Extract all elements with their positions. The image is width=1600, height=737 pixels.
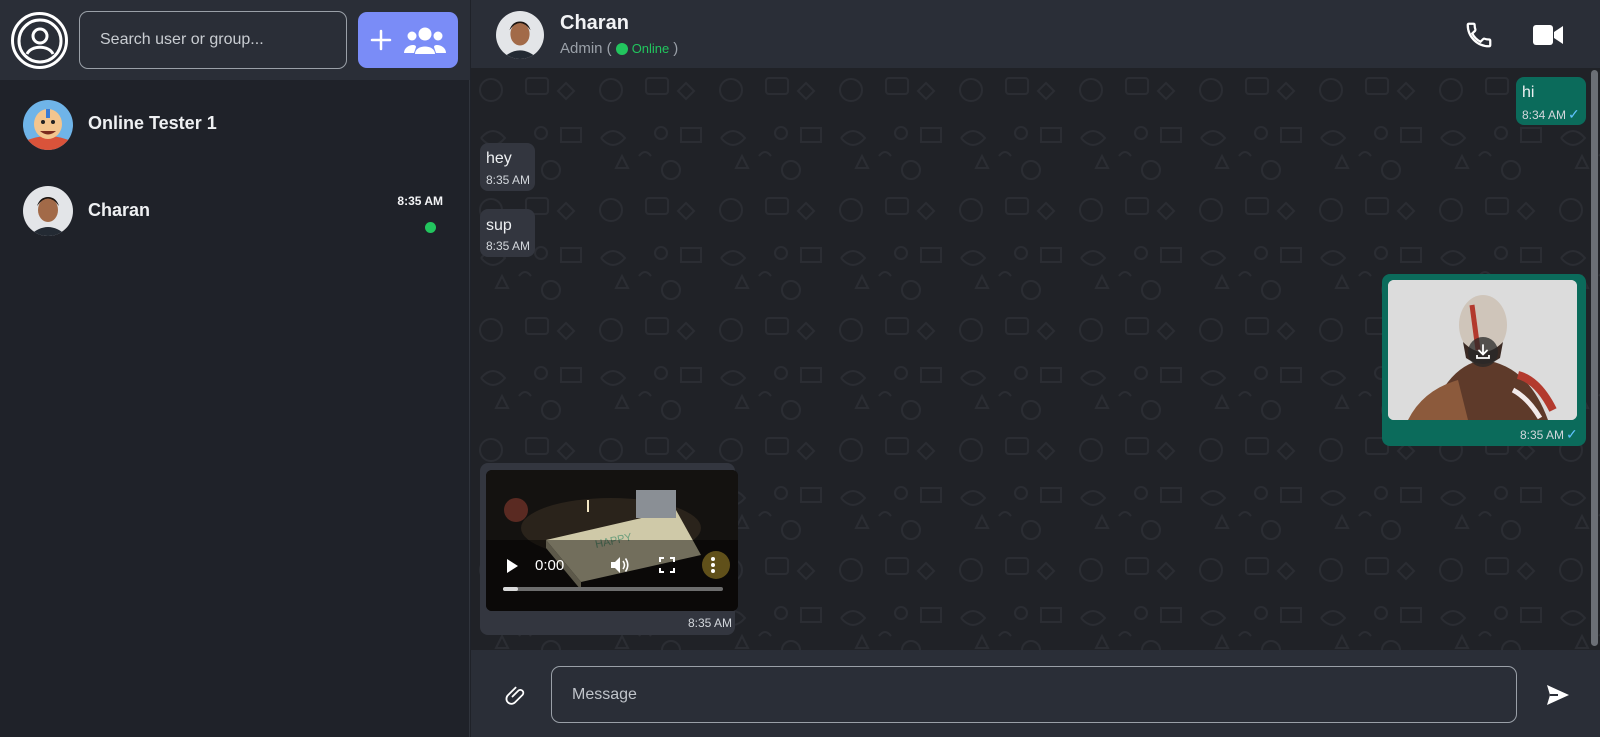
scrollbar[interactable] bbox=[1591, 70, 1598, 646]
role-close: ) bbox=[673, 40, 679, 57]
contact-name: Charan bbox=[560, 12, 629, 34]
message-time-label: 8:35 AM bbox=[1520, 427, 1565, 442]
paperclip-icon[interactable] bbox=[503, 682, 527, 706]
video-player[interactable]: HAPPY 0:00 bbox=[486, 470, 738, 611]
chat-item-name: Online Tester 1 bbox=[88, 113, 217, 133]
sidebar-header bbox=[0, 0, 470, 80]
message-time: 8:35 AM bbox=[486, 173, 531, 187]
message-bubble-incoming[interactable]: hey 8:35 AM bbox=[480, 143, 535, 191]
chat-list: Online Tester 1 Charan 8:35 AM bbox=[0, 80, 470, 256]
video-camera-icon[interactable] bbox=[1532, 22, 1564, 48]
message-time: 8:35 AM bbox=[486, 239, 531, 253]
profile-button[interactable] bbox=[11, 12, 68, 69]
sidebar: Online Tester 1 Charan 8:35 AM bbox=[0, 0, 470, 737]
chat-item-time: 8:35 AM bbox=[397, 194, 443, 208]
chat-panel: Charan Admin ( Online ) hi 8:34 AM ✓ hey… bbox=[471, 0, 1600, 737]
more-options-icon[interactable] bbox=[710, 556, 716, 574]
fullscreen-icon[interactable] bbox=[659, 557, 675, 573]
check-icon: ✓ bbox=[1566, 426, 1578, 442]
photo-avatar-icon bbox=[496, 11, 544, 59]
group-icon bbox=[404, 27, 446, 54]
message-text: sup bbox=[486, 217, 512, 234]
search-input[interactable] bbox=[79, 11, 347, 69]
message-text: hey bbox=[486, 150, 512, 167]
message-bubble-outgoing-image[interactable]: 8:35 AM ✓ bbox=[1382, 274, 1586, 446]
contact-subtitle: Admin ( Online ) bbox=[560, 40, 678, 57]
chat-item-online-tester-1[interactable]: Online Tester 1 bbox=[0, 80, 470, 168]
composer bbox=[471, 650, 1600, 737]
avatar bbox=[23, 186, 73, 236]
message-bubble-outgoing[interactable]: hi 8:34 AM ✓ bbox=[1516, 77, 1586, 125]
message-time-label: 8:34 AM bbox=[1522, 107, 1567, 122]
message-bubble-incoming[interactable]: sup 8:35 AM bbox=[480, 209, 535, 257]
message-list[interactable]: hi 8:34 AM ✓ hey 8:35 AM sup 8:35 AM 8:3… bbox=[471, 68, 1600, 650]
online-indicator bbox=[425, 222, 436, 233]
photo-avatar-icon bbox=[23, 186, 73, 236]
status-label: Online bbox=[631, 41, 670, 56]
image-attachment[interactable] bbox=[1388, 280, 1577, 420]
avatar[interactable] bbox=[496, 11, 544, 59]
chat-header: Charan Admin ( Online ) bbox=[471, 0, 1600, 68]
user-circle-icon bbox=[17, 18, 62, 63]
chat-item-charan[interactable]: Charan 8:35 AM bbox=[0, 168, 470, 256]
role-label: Admin ( bbox=[560, 40, 612, 57]
video-current-time: 0:00 bbox=[535, 557, 565, 574]
message-input[interactable] bbox=[551, 666, 1517, 723]
download-icon[interactable] bbox=[1468, 337, 1498, 367]
new-group-button[interactable] bbox=[358, 12, 458, 68]
online-dot-icon bbox=[615, 42, 628, 55]
message-time: 8:34 AM ✓ bbox=[1522, 106, 1580, 123]
message-bubble-incoming-video[interactable]: HAPPY 0:00 bbox=[480, 463, 738, 635]
cartoon-avatar-icon bbox=[23, 100, 73, 150]
plus-icon bbox=[370, 29, 392, 51]
send-icon[interactable] bbox=[1545, 683, 1571, 707]
avatar bbox=[23, 100, 73, 150]
message-text: hi bbox=[1522, 84, 1535, 101]
status-badge: Online bbox=[615, 41, 670, 56]
volume-icon[interactable] bbox=[610, 556, 630, 574]
play-icon[interactable] bbox=[505, 558, 519, 574]
check-icon: ✓ bbox=[1568, 106, 1580, 122]
phone-icon[interactable] bbox=[1464, 20, 1494, 50]
message-time: 8:35 AM bbox=[688, 616, 733, 630]
chat-item-name: Charan bbox=[88, 200, 151, 220]
video-progress-bar[interactable] bbox=[503, 587, 723, 591]
video-progress-fill bbox=[503, 587, 519, 591]
message-time: 8:35 AM ✓ bbox=[1520, 426, 1578, 443]
